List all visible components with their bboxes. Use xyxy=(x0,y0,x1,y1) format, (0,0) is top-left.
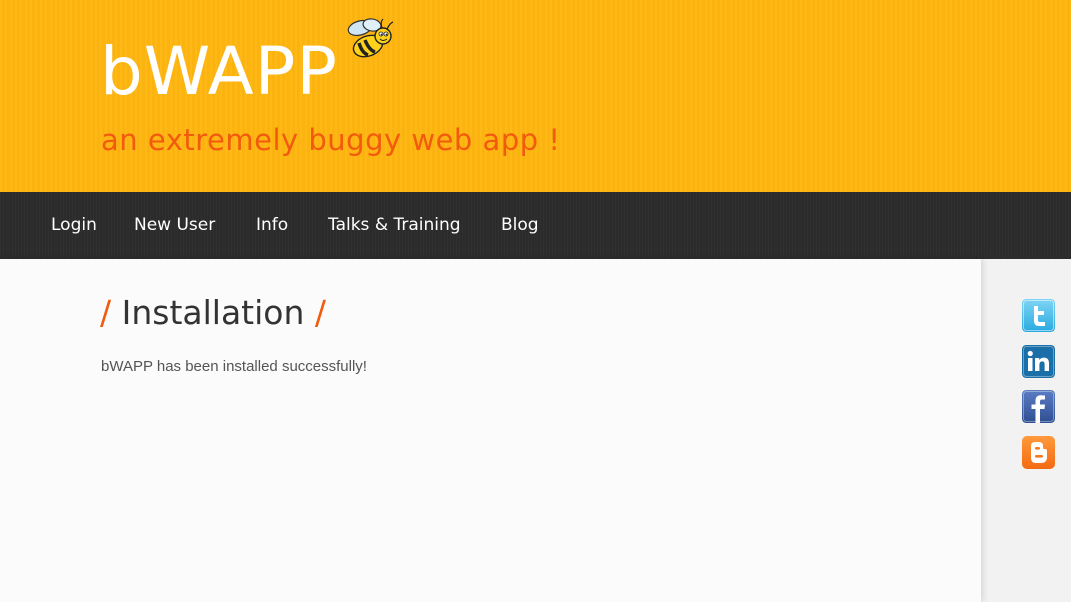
title-text: Installation xyxy=(121,293,305,332)
header: bWAPP an extremely buggy web app ! xyxy=(0,0,1071,192)
main-nav: Login New User Info Talks & Training Blo… xyxy=(0,192,1071,259)
tagline: an extremely buggy web app ! xyxy=(101,123,561,157)
facebook-icon[interactable] xyxy=(1022,390,1055,423)
install-success-message: bWAPP has been installed successfully! xyxy=(101,358,367,375)
nav-talks-training[interactable]: Talks & Training xyxy=(328,214,461,236)
logo-text: bWAPP xyxy=(100,33,338,110)
title-slash-left: / xyxy=(100,293,112,332)
page-title: / Installation / xyxy=(100,292,326,334)
linkedin-icon[interactable] xyxy=(1022,345,1055,378)
nav-blog[interactable]: Blog xyxy=(501,214,539,236)
nav-info[interactable]: Info xyxy=(256,214,288,236)
nav-new-user[interactable]: New User xyxy=(134,214,215,236)
blogger-icon[interactable] xyxy=(1022,436,1055,469)
nav-login[interactable]: Login xyxy=(51,214,97,236)
twitter-icon[interactable] xyxy=(1022,299,1055,332)
title-slash-right: / xyxy=(314,293,327,332)
page: bWAPP an extremely buggy web app ! Login… xyxy=(0,0,1071,602)
bee-logo-icon xyxy=(347,18,394,58)
